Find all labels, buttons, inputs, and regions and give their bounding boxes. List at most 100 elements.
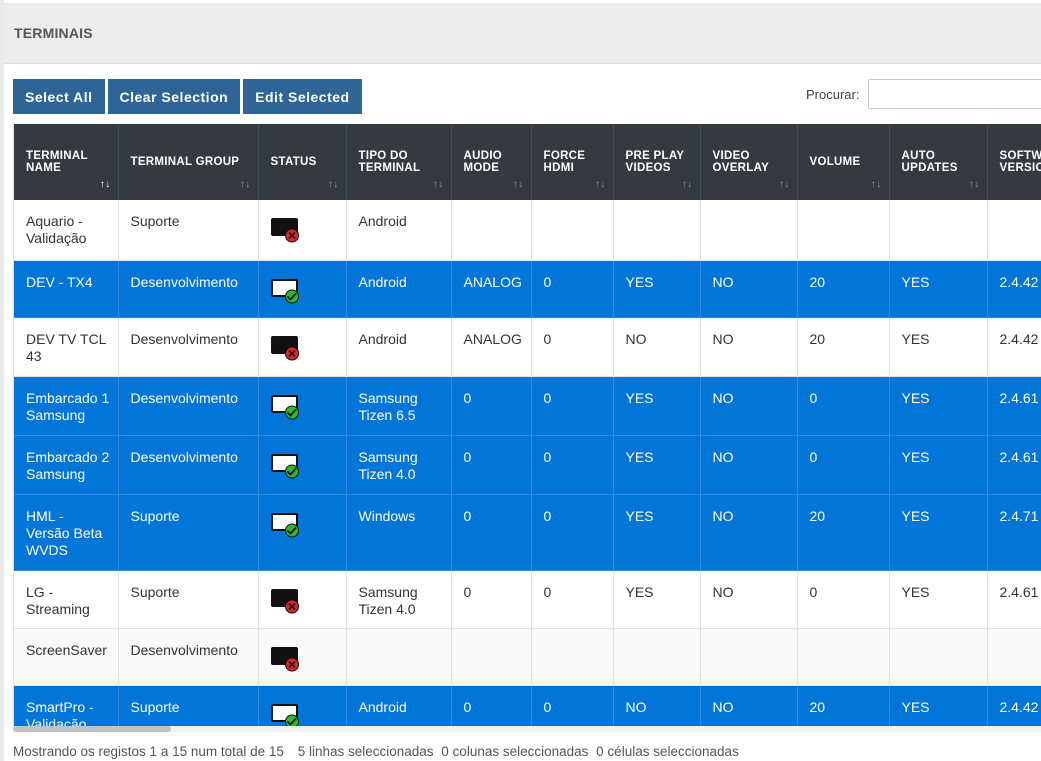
sort-icon[interactable]: ↑↓ bbox=[969, 179, 980, 192]
sort-icon[interactable]: ↑↓ bbox=[100, 179, 111, 192]
column-header[interactable]: FORCE HDMI ↑↓ bbox=[531, 124, 614, 200]
cell-overlay[interactable]: NO bbox=[700, 260, 798, 318]
cell-software[interactable]: 2.4.61 bbox=[987, 376, 1041, 436]
cell-audio[interactable]: 0 bbox=[451, 435, 532, 495]
cell-name[interactable]: Aquario - Validação bbox=[14, 200, 119, 261]
sort-icon[interactable]: ↑↓ bbox=[240, 179, 251, 192]
cell-software[interactable]: 2.4.61 bbox=[987, 570, 1041, 629]
clear-selection-button[interactable]: Clear Selection bbox=[107, 79, 241, 114]
cell-preplay[interactable]: YES bbox=[613, 376, 701, 436]
cell-name[interactable]: ScreenSaver bbox=[14, 628, 119, 686]
cell-overlay[interactable]: NO bbox=[700, 376, 798, 436]
cell-audio[interactable]: ANALOG bbox=[451, 260, 532, 318]
table-row[interactable]: Embarcado 2 Samsung Desenvolvimento Samsun… bbox=[14, 435, 1041, 495]
sort-icon[interactable]: ↑↓ bbox=[513, 179, 524, 192]
cell-name[interactable]: Embarcado 1 Samsung bbox=[14, 376, 119, 436]
cell-hdmi[interactable]: 0 bbox=[531, 494, 614, 571]
cell-updates[interactable]: YES bbox=[889, 435, 988, 495]
select-all-button[interactable]: Select All bbox=[13, 79, 105, 114]
column-header[interactable]: AUTO UPDATES ↑↓ bbox=[889, 124, 988, 200]
cell-audio[interactable]: 0 bbox=[451, 570, 532, 629]
cell-audio[interactable]: 0 bbox=[451, 685, 532, 730]
table-row[interactable]: HML - Versão Beta WVDS Suporte Windows 0 0 YE… bbox=[14, 494, 1041, 571]
cell-overlay[interactable]: NO bbox=[700, 494, 798, 571]
cell-preplay[interactable]: NO bbox=[613, 685, 701, 730]
cell-hdmi[interactable]: 0 bbox=[531, 435, 614, 495]
cell-updates[interactable]: YES bbox=[889, 685, 988, 730]
sort-icon[interactable]: ↑↓ bbox=[433, 179, 444, 192]
cell-software[interactable]: 2.4.42 bbox=[987, 317, 1041, 377]
cell-hdmi[interactable]: 0 bbox=[531, 260, 614, 318]
column-header[interactable]: VIDEO OVERLAY ↑↓ bbox=[700, 124, 798, 200]
cell-group[interactable]: Desenvolvimento bbox=[118, 317, 259, 377]
cell-software[interactable]: 2.4.42 bbox=[987, 685, 1041, 730]
cell-volume[interactable]: 0 bbox=[797, 570, 890, 629]
cell-name[interactable]: HML - Versão Beta WVDS bbox=[14, 494, 119, 571]
cell-tipo[interactable]: Android bbox=[346, 317, 452, 377]
cell-preplay[interactable] bbox=[613, 200, 701, 261]
cell-preplay[interactable]: YES bbox=[613, 570, 701, 629]
cell-name[interactable]: SmartPro - Validação bbox=[14, 685, 119, 730]
cell-overlay[interactable] bbox=[700, 200, 798, 261]
cell-name[interactable]: LG - Streaming bbox=[14, 570, 119, 629]
cell-group[interactable]: Suporte bbox=[118, 200, 259, 261]
cell-tipo[interactable]: Android bbox=[346, 685, 452, 730]
cell-group[interactable]: Desenvolvimento bbox=[118, 260, 259, 318]
cell-tipo[interactable]: Android bbox=[346, 260, 452, 318]
cell-tipo[interactable]: Android bbox=[346, 200, 452, 261]
cell-updates[interactable]: YES bbox=[889, 317, 988, 377]
horizontal-scrollbar[interactable] bbox=[13, 726, 1041, 732]
cell-tipo[interactable] bbox=[346, 628, 452, 686]
cell-preplay[interactable] bbox=[613, 628, 701, 686]
cell-updates[interactable]: YES bbox=[889, 376, 988, 436]
cell-software[interactable]: 2.4.42 bbox=[987, 260, 1041, 318]
cell-preplay[interactable]: NO bbox=[613, 317, 701, 377]
cell-volume[interactable]: 20 bbox=[797, 685, 890, 730]
cell-preplay[interactable]: YES bbox=[613, 260, 701, 318]
column-header[interactable]: TERMINAL GROUP ↑↓ bbox=[118, 124, 259, 200]
cell-hdmi[interactable] bbox=[531, 628, 614, 686]
column-header[interactable]: AUDIO MODE ↑↓ bbox=[451, 124, 532, 200]
table-row[interactable]: LG - Streaming Suporte Samsung Tizen 4.0 0 0… bbox=[14, 570, 1041, 629]
cell-group[interactable]: Desenvolvimento bbox=[118, 628, 259, 686]
table-row[interactable]: Embarcado 1 Samsung Desenvolvimento Samsun… bbox=[14, 376, 1041, 436]
cell-hdmi[interactable]: 0 bbox=[531, 317, 614, 377]
cell-hdmi[interactable]: 0 bbox=[531, 570, 614, 629]
table-row[interactable]: SmartPro - Validação Suporte Android 0 0 NO NO… bbox=[14, 685, 1041, 730]
cell-volume[interactable]: 20 bbox=[797, 494, 890, 571]
cell-volume[interactable] bbox=[797, 200, 890, 261]
cell-updates[interactable] bbox=[889, 628, 988, 686]
cell-volume[interactable]: 0 bbox=[797, 376, 890, 436]
cell-overlay[interactable]: NO bbox=[700, 685, 798, 730]
cell-audio[interactable]: 0 bbox=[451, 494, 532, 571]
column-header[interactable]: STATUS ↑↓ bbox=[258, 124, 347, 200]
cell-name[interactable]: DEV TV TCL 43 bbox=[14, 317, 119, 377]
cell-volume[interactable]: 20 bbox=[797, 317, 890, 377]
scrollbar-thumb[interactable] bbox=[13, 726, 171, 732]
column-header[interactable]: SOFTWARE VERSION↑↓ bbox=[987, 124, 1041, 200]
cell-overlay[interactable]: NO bbox=[700, 435, 798, 495]
cell-software[interactable]: 2.4.61 bbox=[987, 435, 1041, 495]
cell-tipo[interactable]: Samsung Tizen 4.0 bbox=[346, 570, 452, 629]
sort-icon[interactable]: ↑↓ bbox=[328, 179, 339, 192]
table-row[interactable]: Aquario - Validação Suporte Android bbox=[14, 200, 1041, 261]
table-row[interactable]: ScreenSaver Desenvolvimento bbox=[14, 628, 1041, 686]
cell-name[interactable]: DEV - TX4 bbox=[14, 260, 119, 318]
column-header[interactable]: TIPO DO TERMINAL ↑↓ bbox=[346, 124, 452, 200]
cell-audio[interactable] bbox=[451, 628, 532, 686]
cell-group[interactable]: Desenvolvimento bbox=[118, 376, 259, 436]
sort-icon[interactable]: ↑↓ bbox=[871, 179, 882, 192]
cell-volume[interactable] bbox=[797, 628, 890, 686]
column-header[interactable]: PRE PLAY VIDEOS ↑↓ bbox=[613, 124, 701, 200]
cell-overlay[interactable]: NO bbox=[700, 317, 798, 377]
cell-volume[interactable]: 20 bbox=[797, 260, 890, 318]
edit-selected-button[interactable]: Edit Selected bbox=[243, 79, 362, 114]
cell-name[interactable]: Embarcado 2 Samsung bbox=[14, 435, 119, 495]
cell-updates[interactable] bbox=[889, 200, 988, 261]
cell-group[interactable]: Suporte bbox=[118, 570, 259, 629]
cell-volume[interactable]: 0 bbox=[797, 435, 890, 495]
cell-software[interactable] bbox=[987, 200, 1041, 261]
cell-group[interactable]: Suporte bbox=[118, 494, 259, 571]
cell-tipo[interactable]: Samsung Tizen 4.0 bbox=[346, 435, 452, 495]
cell-software[interactable] bbox=[987, 628, 1041, 686]
